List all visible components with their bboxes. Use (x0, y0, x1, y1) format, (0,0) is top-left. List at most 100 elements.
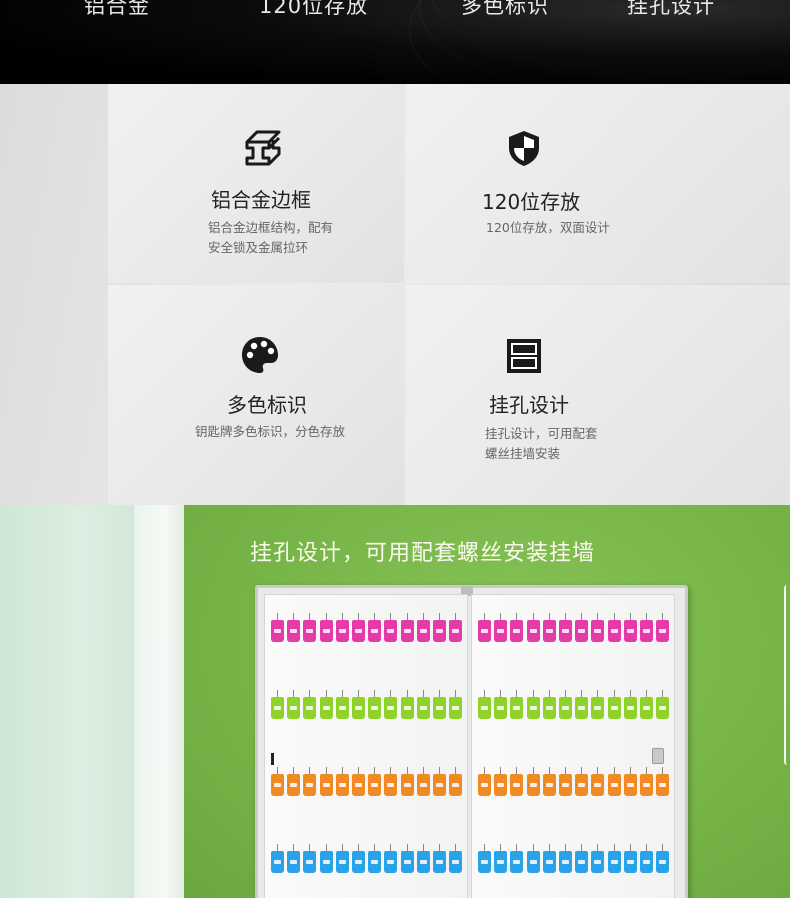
key-tag (271, 851, 284, 873)
key-tag (656, 774, 670, 796)
cabinet-door-left (264, 594, 468, 898)
key-tag (352, 851, 365, 873)
key-tag (575, 851, 589, 873)
key-tag (559, 851, 572, 873)
key-tag (384, 697, 398, 719)
key-tag (478, 774, 491, 796)
key-tag (559, 620, 572, 642)
key-tag (319, 620, 333, 642)
cabinet-icon (507, 339, 541, 373)
product-photo: 挂孔设计，可用配套螺丝安装挂墙 (0, 505, 790, 898)
feature-description-line: 铝合金边框结构，配有 (208, 220, 334, 235)
key-tag (449, 620, 463, 642)
key-tag (287, 851, 301, 873)
key-tag (591, 774, 605, 796)
photo-caption: 挂孔设计，可用配套螺丝安装挂墙 (250, 541, 596, 566)
feature-tile-aluminum: 铝合金边框 铝合金边框结构，配有 安全锁及金属拉环 (108, 84, 404, 283)
cabinet-door-right (471, 594, 675, 898)
key-tag (575, 620, 589, 642)
key-tag (478, 620, 491, 642)
key-tag (575, 774, 589, 796)
cabinet-lock-icon (652, 748, 664, 764)
top-banner: 铝合金 120位存放 多色标识 挂孔设计 (0, 0, 790, 84)
key-tag (640, 620, 653, 642)
key-tag (287, 774, 301, 796)
key-tag (526, 620, 540, 642)
key-tag (319, 851, 333, 873)
key-tag (335, 774, 349, 796)
key-tag (559, 697, 572, 719)
feature-description: 120位存放，双面设计 (486, 218, 610, 238)
key-tag (449, 697, 463, 719)
key-tag (287, 620, 301, 642)
key-tag (433, 697, 446, 719)
feature-description-line: 螺丝挂墙安装 (485, 446, 561, 461)
wall-edge (134, 505, 184, 898)
key-tag (559, 774, 572, 796)
key-tag (303, 851, 317, 873)
key-tag (352, 620, 365, 642)
key-tag (303, 620, 317, 642)
key-tag (623, 620, 637, 642)
key-tag (510, 851, 524, 873)
feature-description: 挂孔设计，可用配套 螺丝挂墙安装 (485, 424, 598, 464)
key-tag (494, 774, 508, 796)
key-tag (335, 851, 349, 873)
key-tag-row (476, 613, 672, 643)
feature-tile-capacity: 120位存放 120位存放，双面设计 (406, 84, 790, 283)
key-tag (510, 697, 524, 719)
key-tag (526, 774, 540, 796)
key-tag (271, 620, 284, 642)
key-tag (591, 620, 605, 642)
feature-title: 挂孔设计 (489, 393, 569, 417)
key-tag (271, 697, 284, 719)
key-tag (368, 620, 382, 642)
cable-cord (784, 585, 790, 765)
key-tag (623, 774, 637, 796)
feature-description-line: 挂孔设计，可用配套 (485, 426, 598, 441)
key-tag (526, 851, 540, 873)
key-tag (510, 620, 524, 642)
key-tag (384, 774, 398, 796)
key-tag (449, 851, 463, 873)
wall-left (0, 505, 134, 898)
features-grid: 铝合金边框 铝合金边框结构，配有 安全锁及金属拉环 120位存放 120位存放，… (0, 84, 790, 505)
key-tag (640, 851, 653, 873)
key-tag (542, 620, 556, 642)
key-tag (303, 774, 317, 796)
key-tag (368, 851, 382, 873)
key-tag (416, 697, 430, 719)
key-tag-row (476, 690, 672, 720)
key-tag (510, 774, 524, 796)
key-tag (542, 851, 556, 873)
key-tag (368, 774, 382, 796)
feature-description-line: 120位存放，双面设计 (486, 220, 610, 235)
key-tag-row (476, 767, 672, 797)
feature-description-line: 钥匙牌多色标识，分色存放 (195, 424, 346, 439)
key-tag (623, 697, 637, 719)
key-tag (494, 697, 508, 719)
key-tag (591, 851, 605, 873)
banner-label-aluminum: 铝合金 (84, 0, 150, 18)
key-tag (368, 697, 382, 719)
feature-description-line: 安全锁及金属拉环 (208, 240, 309, 255)
feature-description: 钥匙牌多色标识，分色存放 (195, 422, 345, 442)
key-tag-row (269, 767, 465, 797)
key-tag (623, 851, 637, 873)
feature-title: 铝合金边框 (211, 188, 311, 212)
feature-tile-hanging: 挂孔设计 挂孔设计，可用配套 螺丝挂墙安装 (406, 285, 790, 505)
feature-title: 120位存放 (482, 190, 581, 214)
key-tag (575, 697, 589, 719)
key-tag (607, 697, 621, 719)
key-tag (384, 620, 398, 642)
key-tag (400, 774, 414, 796)
key-tag (271, 774, 284, 796)
key-tag (640, 774, 653, 796)
key-tag (656, 851, 670, 873)
key-tag (433, 774, 446, 796)
key-tag (384, 851, 398, 873)
key-tag (478, 851, 491, 873)
key-tag (303, 697, 317, 719)
key-tag (400, 620, 414, 642)
key-tag (526, 697, 540, 719)
